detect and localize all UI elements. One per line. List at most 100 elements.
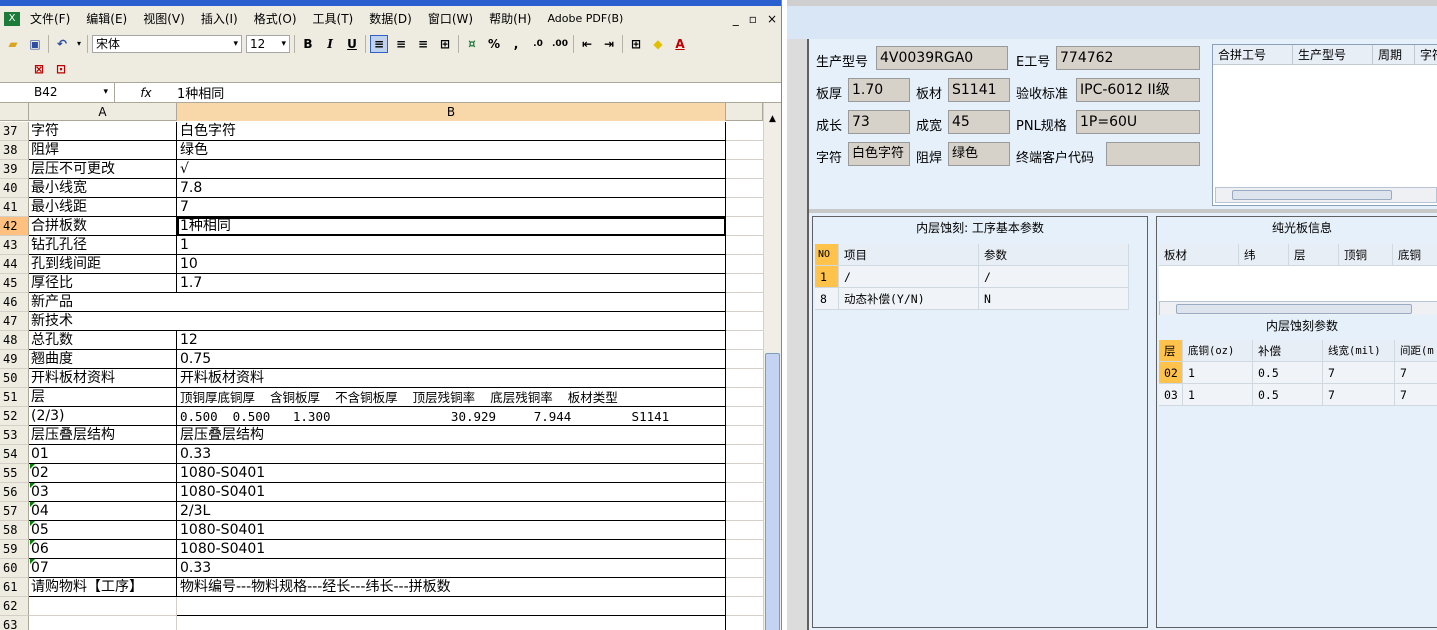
col-layer[interactable]: 层	[1289, 244, 1339, 265]
col-weft[interactable]: 纬	[1239, 244, 1289, 265]
cell-b[interactable]: 0.75	[177, 350, 726, 369]
font-size-select[interactable]: 12	[246, 34, 290, 53]
e-no-field[interactable]: 774762	[1056, 46, 1200, 70]
cell-c[interactable]	[726, 521, 763, 540]
font-color-icon[interactable]: A	[671, 35, 689, 53]
vertical-scrollbar[interactable]: ▲	[763, 103, 781, 630]
cell-a[interactable]: 开料板材资料	[29, 369, 177, 388]
cell-b[interactable]	[177, 597, 726, 616]
cell-a[interactable]: 04	[29, 502, 177, 521]
col-layer[interactable]: 层	[1159, 340, 1183, 361]
cell-b[interactable]: 顶铜厚底铜厚 含铜板厚 不含铜板厚 顶层残铜率 底层残铜率 板材类型	[177, 388, 726, 407]
align-left-icon[interactable]: ≡	[370, 34, 388, 53]
cell-b[interactable]: 1080-S0401	[177, 521, 726, 540]
cell-c[interactable]	[726, 217, 763, 236]
row-param[interactable]: /	[979, 266, 1129, 287]
font-name-select[interactable]: 宋体	[92, 34, 242, 53]
table-row[interactable]: 1 / /	[815, 266, 1129, 288]
row-header[interactable]: 54	[0, 445, 29, 464]
length-field[interactable]: 73	[848, 110, 910, 134]
decrease-indent-icon[interactable]: ⇤	[578, 35, 596, 53]
scroll-up-icon[interactable]: ▲	[764, 111, 781, 127]
scroll-thumb[interactable]	[765, 353, 780, 630]
row-header[interactable]: 60	[0, 559, 29, 578]
cell-c[interactable]	[726, 122, 763, 141]
cell-c[interactable]	[726, 502, 763, 521]
cell-b[interactable]: 0.33	[177, 559, 726, 578]
cell-b[interactable]: 7.8	[177, 179, 726, 198]
row-header[interactable]: 53	[0, 426, 29, 445]
merge-center-icon[interactable]: ⊞	[436, 35, 454, 53]
menu-tools[interactable]: 工具(T)	[305, 10, 362, 27]
cell-b[interactable]: √	[177, 160, 726, 179]
col-period[interactable]: 周期	[1373, 45, 1415, 64]
menu-data[interactable]: 数据(D)	[361, 10, 420, 27]
cell-a[interactable]: 层压叠层结构	[29, 426, 177, 445]
row-header[interactable]: 52	[0, 407, 29, 426]
cell-b[interactable]	[177, 293, 726, 312]
col-legend[interactable]: 字符	[1415, 45, 1437, 64]
cell-b[interactable]: 白色字符	[177, 122, 726, 141]
menu-help[interactable]: 帮助(H)	[481, 10, 539, 27]
menu-view[interactable]: 视图(V)	[135, 10, 193, 27]
cell-a[interactable]: 新技术	[29, 312, 177, 331]
row-header[interactable]: 39	[0, 160, 29, 179]
cell-c[interactable]	[726, 559, 763, 578]
cell-a[interactable]: 最小线宽	[29, 179, 177, 198]
cell-c[interactable]	[726, 445, 763, 464]
cell-b[interactable]: 7	[177, 198, 726, 217]
pdf-email-icon[interactable]: ⊡	[52, 60, 70, 78]
cell-c[interactable]	[726, 540, 763, 559]
col-merge-no[interactable]: 合拼工号	[1213, 45, 1293, 64]
solder-field[interactable]: 绿色	[948, 142, 1010, 166]
cell-a[interactable]: 01	[29, 445, 177, 464]
cell-c[interactable]	[726, 350, 763, 369]
cell-a[interactable]	[29, 616, 177, 630]
cell-b[interactable]: 10	[177, 255, 726, 274]
align-center-icon[interactable]: ≡	[392, 35, 410, 53]
cell-c[interactable]	[726, 160, 763, 179]
cell-a[interactable]: (2/3)	[29, 407, 177, 426]
col-spacing[interactable]: 间距(m	[1395, 340, 1437, 361]
menu-file[interactable]: 文件(F)	[22, 10, 78, 27]
cell-b[interactable]: 0.33	[177, 445, 726, 464]
cell-c[interactable]	[726, 578, 763, 597]
row-header[interactable]: 46	[0, 293, 29, 312]
cell-a[interactable]	[29, 597, 177, 616]
col-item[interactable]: 项目	[839, 244, 979, 265]
cell-b[interactable]	[177, 616, 726, 630]
cell-b[interactable]: 绿色	[177, 141, 726, 160]
cell-a[interactable]: 06	[29, 540, 177, 559]
menu-window[interactable]: 窗口(W)	[420, 10, 481, 27]
cell-c[interactable]	[726, 141, 763, 160]
fx-icon[interactable]: fx	[115, 86, 177, 100]
col-line-width[interactable]: 线宽(mil)	[1323, 340, 1395, 361]
cell-c[interactable]	[726, 407, 763, 426]
undo-icon[interactable]: ↶	[53, 35, 71, 53]
row-param[interactable]: N	[979, 288, 1129, 309]
column-header-b[interactable]: B	[177, 103, 726, 121]
col-compensation[interactable]: 补偿	[1253, 340, 1323, 361]
table-row[interactable]: 03 1 0.5 7 7	[1159, 384, 1437, 406]
cell-c[interactable]	[726, 616, 763, 630]
cell-a[interactable]: 02	[29, 464, 177, 483]
fill-color-icon[interactable]: ◆	[649, 35, 667, 53]
row-header[interactable]: 48	[0, 331, 29, 350]
cell-c[interactable]	[726, 293, 763, 312]
cell-a[interactable]: 05	[29, 521, 177, 540]
cell-a[interactable]: 阻焊	[29, 141, 177, 160]
cell-c[interactable]	[726, 369, 763, 388]
col-param[interactable]: 参数	[979, 244, 1129, 265]
cell-b[interactable]: 1	[177, 236, 726, 255]
pnl-field[interactable]: 1P=60U	[1076, 110, 1200, 134]
cell-b[interactable]: 物料编号---物料规格---经长---纬长---拼板数	[177, 578, 726, 597]
material-field[interactable]: S1141	[948, 78, 1010, 102]
cell-c[interactable]	[726, 483, 763, 502]
merge-jobs-grid[interactable]: 合拼工号 生产型号 周期 字符	[1212, 44, 1437, 206]
table-row[interactable]: 8 动态补偿(Y/N) N	[815, 288, 1129, 310]
decrease-decimal-icon[interactable]: .00	[551, 35, 569, 53]
cell-c[interactable]	[726, 312, 763, 331]
row-header[interactable]: 57	[0, 502, 29, 521]
merge-grid-hscroll-thumb[interactable]	[1232, 190, 1392, 200]
cell-c[interactable]	[726, 255, 763, 274]
